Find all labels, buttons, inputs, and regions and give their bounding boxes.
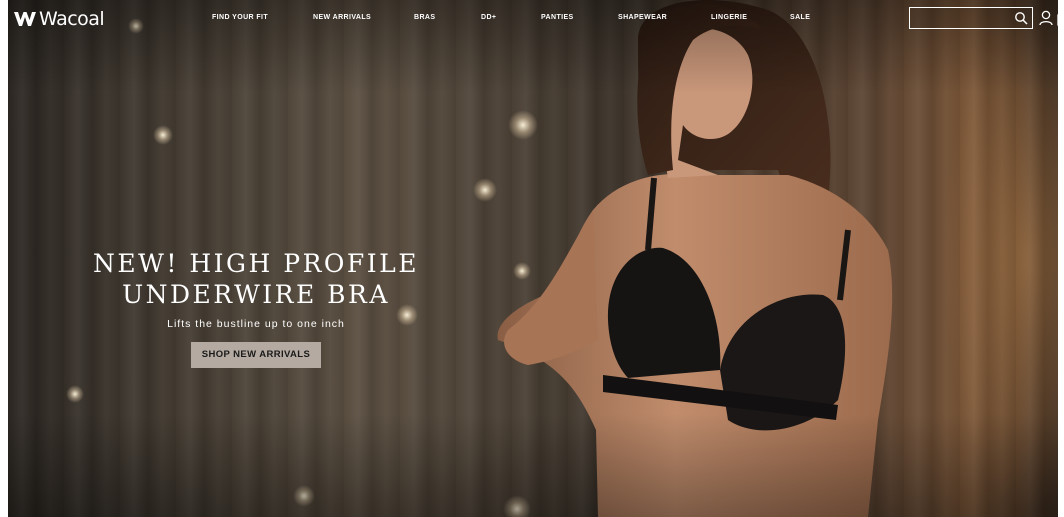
nav-panties[interactable]: PANTIES bbox=[541, 14, 574, 21]
hero-headline-line2: UNDERWIRE BRA bbox=[122, 280, 390, 309]
hero-headline: NEW! HIGH PROFILE UNDERWIRE BRA bbox=[60, 248, 452, 310]
nav-new-arrivals[interactable]: NEW ARRIVALS bbox=[313, 14, 371, 21]
nav-shapewear[interactable]: SHAPEWEAR bbox=[618, 14, 667, 21]
nav-bras[interactable]: BRAS bbox=[414, 14, 435, 21]
shop-new-arrivals-button[interactable]: SHOP NEW ARRIVALS bbox=[190, 342, 322, 368]
nav-dd-plus[interactable]: DD+ bbox=[481, 14, 496, 21]
nav-find-your-fit[interactable]: FIND YOUR FIT bbox=[212, 14, 268, 21]
site-header: Wacoal FIND YOUR FIT NEW ARRIVALS BRAS D… bbox=[0, 0, 1064, 40]
account-icon[interactable] bbox=[1039, 10, 1053, 26]
wacoal-logo-icon bbox=[14, 12, 36, 26]
nav-sale[interactable]: SALE bbox=[790, 14, 810, 21]
search-input[interactable] bbox=[914, 10, 1018, 28]
hero-headline-line1: NEW! HIGH PROFILE bbox=[93, 249, 419, 278]
search-box[interactable] bbox=[909, 7, 1033, 29]
hero-copy: NEW! HIGH PROFILE UNDERWIRE BRA Lifts th… bbox=[60, 248, 452, 368]
brand-name: Wacoal bbox=[39, 8, 105, 30]
page: Wacoal FIND YOUR FIT NEW ARRIVALS BRAS D… bbox=[0, 0, 1064, 517]
nav-lingerie[interactable]: LINGERIE bbox=[711, 14, 747, 21]
search-icon[interactable] bbox=[1014, 11, 1028, 25]
shopping-bag-icon[interactable] bbox=[1057, 10, 1064, 26]
brand-logo[interactable]: Wacoal bbox=[14, 8, 105, 30]
hero-subhead: Lifts the bustline up to one inch bbox=[167, 318, 345, 330]
